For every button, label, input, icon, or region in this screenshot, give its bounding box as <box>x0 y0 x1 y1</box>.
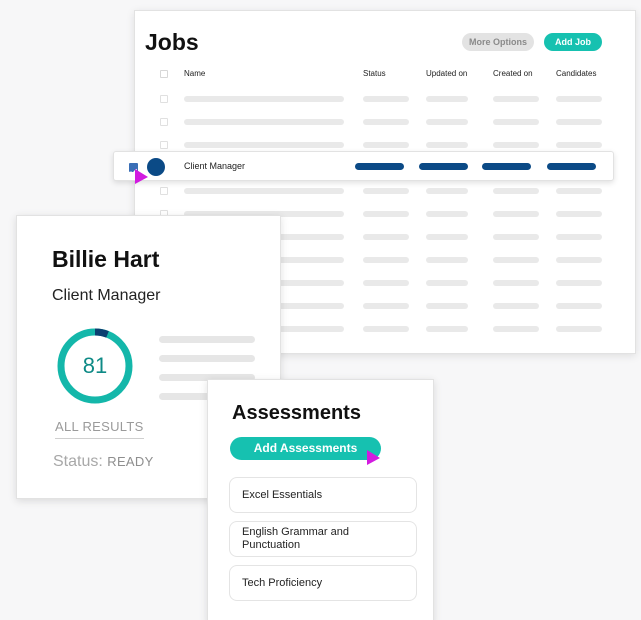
cell-placeholder <box>184 119 344 125</box>
more-options-button[interactable]: More Options <box>462 33 534 51</box>
cell-placeholder <box>363 211 409 217</box>
cell-placeholder <box>426 303 468 309</box>
cell-placeholder <box>426 280 468 286</box>
cell-placeholder <box>184 188 344 194</box>
cell-placeholder <box>493 96 539 102</box>
score-value: 81 <box>82 353 108 378</box>
table-row-selected[interactable]: Client Manager <box>113 151 614 181</box>
assessment-item-english[interactable]: English Grammar and Punctuation <box>229 521 417 557</box>
cell-placeholder <box>426 142 468 148</box>
cell-placeholder <box>493 257 539 263</box>
pointer-cursor-icon <box>135 169 148 184</box>
cell-placeholder <box>426 234 468 240</box>
cell-placeholder <box>363 234 409 240</box>
assessments-title: Assessments <box>232 402 361 424</box>
row-candidates-placeholder <box>547 163 596 170</box>
column-header-status[interactable]: Status <box>363 69 386 78</box>
cell-placeholder <box>426 119 468 125</box>
cell-placeholder <box>184 142 344 148</box>
cell-placeholder <box>363 257 409 263</box>
cell-placeholder <box>556 188 602 194</box>
cell-placeholder <box>426 211 468 217</box>
cell-placeholder <box>363 188 409 194</box>
cell-placeholder <box>493 211 539 217</box>
cell-placeholder <box>556 326 602 332</box>
assessment-item-tech[interactable]: Tech Proficiency <box>229 565 417 601</box>
candidate-role: Client Manager <box>52 287 161 304</box>
table-row[interactable] <box>135 186 635 196</box>
table-row[interactable] <box>135 117 635 127</box>
select-all-checkbox[interactable] <box>160 70 168 78</box>
cell-placeholder <box>363 119 409 125</box>
cell-placeholder <box>426 188 468 194</box>
cell-placeholder <box>426 326 468 332</box>
cell-placeholder <box>556 234 602 240</box>
cell-placeholder <box>363 280 409 286</box>
status-line: Status: READY <box>53 453 154 471</box>
cell-placeholder <box>363 142 409 148</box>
row-checkbox[interactable] <box>160 95 168 103</box>
column-header-candidates[interactable]: Candidates <box>556 69 596 78</box>
cell-placeholder <box>556 142 602 148</box>
row-updated-placeholder <box>419 163 468 170</box>
cell-placeholder <box>493 326 539 332</box>
row-status-placeholder <box>355 163 404 170</box>
cell-placeholder <box>493 188 539 194</box>
all-results-link[interactable]: ALL RESULTS <box>55 419 144 439</box>
cell-placeholder <box>184 96 344 102</box>
table-row[interactable] <box>135 94 635 104</box>
cell-placeholder <box>426 96 468 102</box>
cell-placeholder <box>493 119 539 125</box>
row-created-placeholder <box>482 163 531 170</box>
column-header-updated[interactable]: Updated on <box>426 69 467 78</box>
cell-placeholder <box>493 234 539 240</box>
table-row[interactable] <box>135 140 635 150</box>
column-header-created[interactable]: Created on <box>493 69 533 78</box>
row-checkbox[interactable] <box>160 187 168 195</box>
add-job-button[interactable]: Add Job <box>544 33 602 51</box>
cell-placeholder <box>493 142 539 148</box>
pointer-cursor-icon <box>367 450 380 465</box>
cell-placeholder <box>556 257 602 263</box>
cell-placeholder <box>556 280 602 286</box>
cell-placeholder <box>493 280 539 286</box>
status-label: Status: <box>53 453 103 470</box>
row-name[interactable]: Client Manager <box>184 161 245 171</box>
add-assessments-button[interactable]: Add Assessments <box>230 437 381 460</box>
cell-placeholder <box>556 96 602 102</box>
status-badge: READY <box>107 454 154 469</box>
assessments-card: Assessments Add Assessments Excel Essent… <box>207 379 434 620</box>
cell-placeholder <box>363 326 409 332</box>
row-checkbox[interactable] <box>160 141 168 149</box>
cell-placeholder <box>493 303 539 309</box>
cell-placeholder <box>426 257 468 263</box>
candidate-name: Billie Hart <box>52 246 160 272</box>
cell-placeholder <box>363 303 409 309</box>
cell-placeholder <box>363 96 409 102</box>
row-checkbox[interactable] <box>160 118 168 126</box>
detail-placeholder <box>159 355 255 362</box>
cell-placeholder <box>556 211 602 217</box>
column-header-name[interactable]: Name <box>184 69 205 78</box>
cell-placeholder <box>556 119 602 125</box>
assessment-item-excel[interactable]: Excel Essentials <box>229 477 417 513</box>
jobs-title: Jobs <box>145 29 199 55</box>
cell-placeholder <box>556 303 602 309</box>
detail-placeholder <box>159 336 255 343</box>
